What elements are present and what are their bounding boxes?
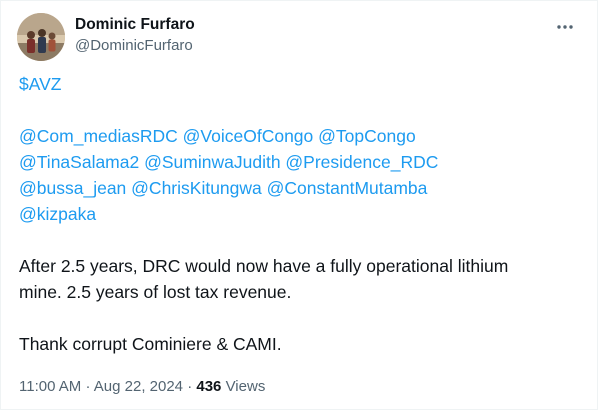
mention-link[interactable]: @ChrisKitungwa (131, 178, 262, 198)
mention-link[interactable]: @TinaSalama2 (19, 152, 139, 172)
tweet-date[interactable]: Aug 22, 2024 (94, 378, 183, 395)
tweet-card: Dominic Furfaro @DominicFurfaro $AVZ @Co… (0, 0, 598, 410)
more-options-button[interactable] (553, 15, 577, 39)
views-count: 436 (196, 378, 222, 395)
views-label: Views (225, 378, 266, 395)
mentions-line-2: @TinaSalama2 @SuminwaJudith @Presidence_… (19, 149, 579, 175)
body-line: mine. 2.5 years of lost tax revenue. (19, 282, 292, 302)
tweet-text: $AVZ @Com_mediasRDC @VoiceOfCongo @TopCo… (19, 71, 579, 357)
mention-link[interactable]: @VoiceOfCongo (183, 126, 314, 146)
display-name[interactable]: Dominic Furfaro (75, 15, 195, 35)
avatar-photo-icon (17, 13, 65, 61)
cashtag-line: $AVZ (19, 71, 579, 97)
mentions-line-4: @kizpaka (19, 201, 579, 227)
tweet-time[interactable]: 11:00 AM (19, 378, 81, 395)
body-line: After 2.5 years, DRC would now have a fu… (19, 256, 509, 276)
mention-link[interactable]: @kizpaka (19, 204, 96, 224)
mention-link[interactable]: @TopCongo (318, 126, 416, 146)
tweet-meta: 11:00 AM · Aug 22, 2024 · 436 Views (19, 377, 265, 397)
meta-separator: · (187, 378, 193, 395)
meta-separator: · (85, 378, 91, 395)
author-handle[interactable]: @DominicFurfaro (75, 36, 195, 56)
mention-link[interactable]: @Presidence_RDC (285, 152, 438, 172)
mentions-line-1: @Com_mediasRDC @VoiceOfCongo @TopCongo (19, 123, 579, 149)
avatar[interactable] (17, 13, 65, 61)
mention-link[interactable]: @Com_mediasRDC (19, 126, 178, 146)
tweet-header: Dominic Furfaro @DominicFurfaro (17, 13, 583, 61)
mention-link[interactable]: @bussa_jean (19, 178, 126, 198)
body-line: Thank corrupt Cominiere & CAMI. (19, 334, 282, 354)
more-horizontal-icon (557, 25, 573, 29)
mention-link[interactable]: @ConstantMutamba (267, 178, 428, 198)
mention-link[interactable]: @SuminwaJudith (144, 152, 280, 172)
mentions-line-3: @bussa_jean @ChrisKitungwa @ConstantMuta… (19, 175, 579, 201)
author-names: Dominic Furfaro @DominicFurfaro (75, 15, 195, 56)
cashtag-link[interactable]: $AVZ (19, 74, 61, 94)
